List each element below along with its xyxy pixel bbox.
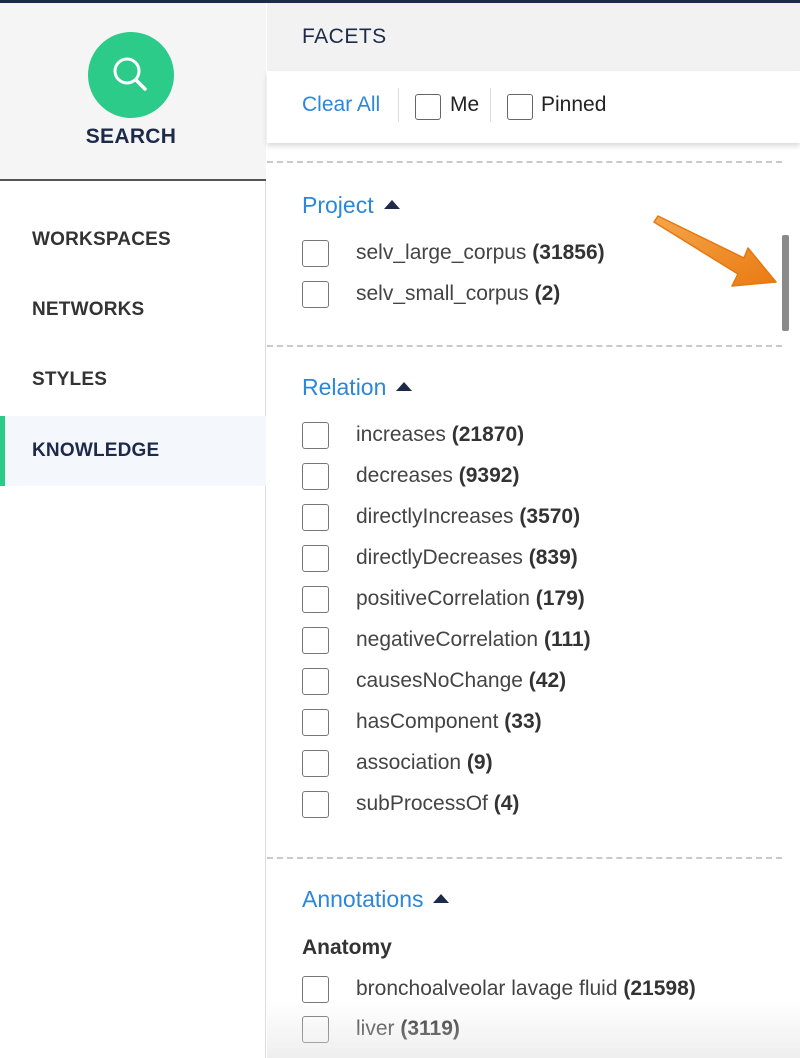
- facet-row-directly-increases[interactable]: directlyIncreases (3570): [302, 503, 772, 533]
- pinned-label: Pinned: [541, 93, 607, 116]
- facet-count: (179): [535, 587, 585, 610]
- search-label: SEARCH: [85, 125, 177, 148]
- facet-count: (111): [543, 628, 591, 651]
- facet-checkbox[interactable]: [302, 422, 329, 449]
- facet-checkbox[interactable]: [302, 1016, 329, 1043]
- facet-count: (9): [466, 751, 493, 774]
- facet-checkbox[interactable]: [302, 545, 329, 572]
- facet-count: (839): [528, 546, 578, 569]
- annotation-subheading-anatomy: Anatomy: [302, 936, 392, 959]
- facet-label: association: [356, 751, 462, 774]
- scrollbar[interactable]: [782, 143, 800, 1058]
- facet-label: decreases: [356, 464, 453, 487]
- section-title-label: Project: [302, 192, 374, 218]
- facet-label: selv_large_corpus: [356, 241, 527, 264]
- nav-item-styles[interactable]: STYLES: [0, 345, 266, 415]
- clear-all-link[interactable]: Clear All: [302, 93, 380, 117]
- section-title-label: Annotations: [302, 886, 424, 912]
- section-title-project[interactable]: Project: [302, 192, 400, 219]
- search-icon: [113, 57, 147, 91]
- facet-label: positiveCorrelation: [356, 587, 530, 610]
- facets-header: FACETS: [267, 3, 800, 71]
- facet-label: causesNoChange: [356, 669, 523, 692]
- nav-item-knowledge[interactable]: KNOWLEDGE: [0, 416, 266, 486]
- facet-count: (2): [534, 282, 561, 305]
- facet-checkbox[interactable]: [302, 627, 329, 654]
- facet-row-bronchoalveolar-lavage-fluid[interactable]: bronchoalveolar lavage fluid (21598): [302, 975, 772, 1005]
- pinned-checkbox[interactable]: [507, 94, 533, 120]
- nav-item-workspaces[interactable]: WORKSPACES: [0, 205, 266, 275]
- section-divider: [267, 857, 782, 859]
- me-checkbox[interactable]: [415, 94, 441, 120]
- caret-up-icon[interactable]: [383, 200, 400, 209]
- facets-toolbar: Clear All Me Pinned: [267, 71, 800, 143]
- section-divider: [267, 345, 782, 347]
- facet-label: liver: [356, 1017, 395, 1040]
- facet-row-liver[interactable]: liver (3119): [302, 1015, 772, 1045]
- facet-count: (31856): [532, 241, 605, 264]
- facet-row-positive-correlation[interactable]: positiveCorrelation (179): [302, 585, 772, 615]
- facet-label: selv_small_corpus: [356, 282, 529, 305]
- facet-checkbox[interactable]: [302, 463, 329, 490]
- facet-row-association[interactable]: association (9): [302, 749, 772, 779]
- facet-checkbox[interactable]: [302, 504, 329, 531]
- search-button[interactable]: [88, 32, 174, 118]
- facet-row-increases[interactable]: increases (21870): [302, 421, 772, 451]
- nav-item-networks[interactable]: NETWORKS: [0, 275, 266, 345]
- section-divider: [267, 161, 782, 163]
- facet-label: bronchoalveolar lavage fluid: [356, 977, 618, 1000]
- toolbar-separator: [398, 88, 399, 122]
- facets-title: FACETS: [302, 25, 387, 48]
- search-nav-block[interactable]: SEARCH: [0, 3, 266, 181]
- facet-checkbox[interactable]: [302, 709, 329, 736]
- caret-up-icon[interactable]: [433, 894, 450, 903]
- facet-count: (9392): [458, 464, 520, 487]
- facet-row-directly-decreases[interactable]: directlyDecreases (839): [302, 544, 772, 574]
- facet-count: (33): [504, 710, 542, 733]
- orange-arrow-icon: [653, 215, 777, 287]
- sidebar: SEARCH WORKSPACES NETWORKS STYLES KNOWLE…: [0, 3, 266, 1058]
- facet-checkbox[interactable]: [302, 281, 329, 308]
- caret-up-icon[interactable]: [396, 382, 413, 391]
- facet-count: (4): [493, 792, 520, 815]
- facet-count: (3570): [519, 505, 581, 528]
- section-title-relation[interactable]: Relation: [302, 374, 413, 401]
- section-title-annotations[interactable]: Annotations: [302, 886, 450, 913]
- me-label: Me: [450, 93, 480, 116]
- facet-count: (42): [528, 669, 567, 692]
- section-title-label: Relation: [302, 374, 387, 400]
- toolbar-separator: [490, 88, 491, 122]
- facet-row-decreases[interactable]: decreases (9392): [302, 462, 772, 492]
- facet-checkbox[interactable]: [302, 750, 329, 777]
- facet-label: subProcessOf: [356, 792, 488, 815]
- facet-label: increases: [356, 423, 446, 446]
- facet-row-has-component[interactable]: hasComponent (33): [302, 708, 772, 738]
- facet-label: negativeCorrelation: [356, 628, 539, 651]
- facet-label: directlyIncreases: [356, 505, 514, 528]
- scrollbar-thumb[interactable]: [782, 235, 789, 331]
- facet-count: (21870): [451, 423, 525, 446]
- facet-checkbox[interactable]: [302, 240, 329, 267]
- facet-label: directlyDecreases: [356, 546, 523, 569]
- facet-count: (21598): [623, 977, 696, 1000]
- facet-row-causes-no-change[interactable]: causesNoChange (42): [302, 667, 772, 697]
- facet-checkbox[interactable]: [302, 668, 329, 695]
- facet-checkbox[interactable]: [302, 586, 329, 613]
- facet-row-negative-correlation[interactable]: negativeCorrelation (111): [302, 626, 772, 656]
- facet-checkbox[interactable]: [302, 976, 329, 1003]
- facet-count: (3119): [400, 1017, 460, 1040]
- facet-checkbox[interactable]: [302, 791, 329, 818]
- facet-row-sub-process-of[interactable]: subProcessOf (4): [302, 790, 772, 820]
- facet-label: hasComponent: [356, 710, 499, 733]
